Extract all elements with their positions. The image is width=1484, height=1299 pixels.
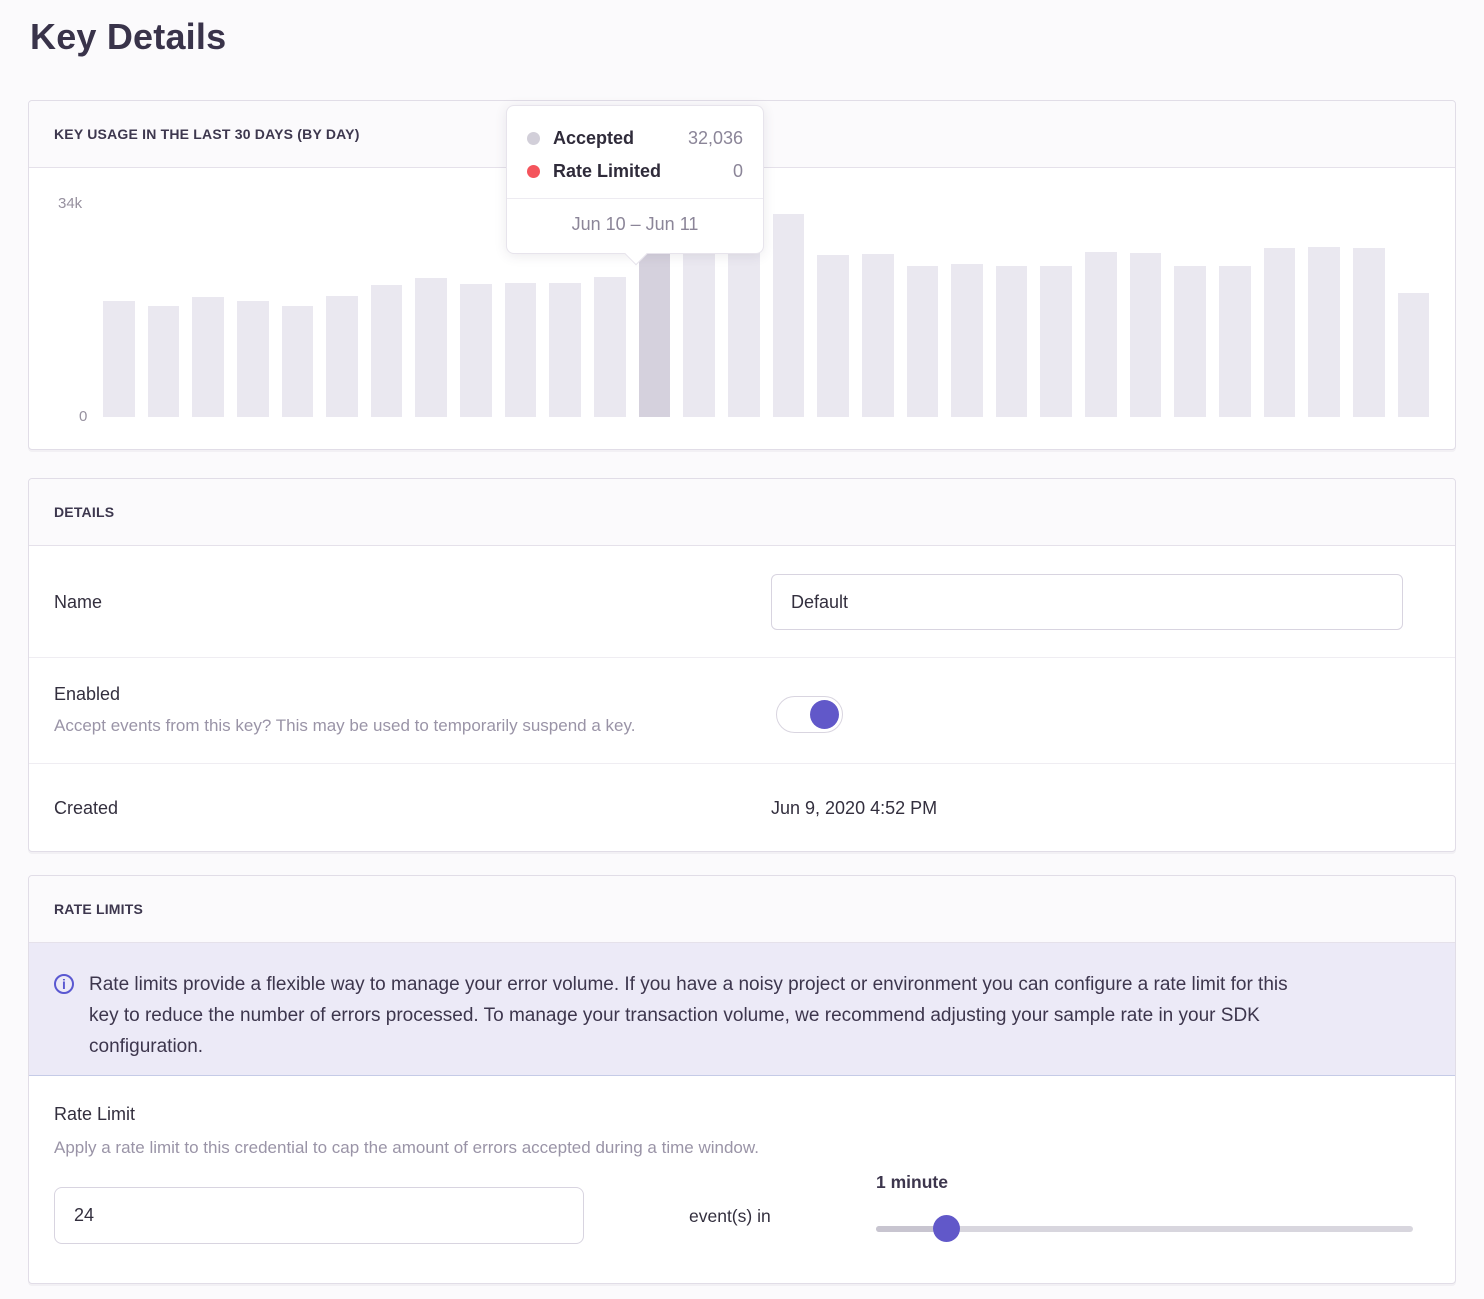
rate-limit-window-slider[interactable] (876, 1226, 1413, 1232)
rate-limits-panel: RATE LIMITS i Rate limits provide a flex… (28, 875, 1456, 1284)
chart-bar[interactable] (1353, 248, 1385, 417)
rate-limit-window-label: 1 minute (876, 1172, 1413, 1193)
chart-bar[interactable] (326, 296, 358, 417)
tooltip-legend: Accepted 32,036 Rate Limited 0 (507, 106, 763, 190)
chart-bar[interactable] (549, 283, 581, 417)
rate-limited-value: 0 (733, 161, 743, 182)
chart-bar[interactable] (1264, 248, 1296, 417)
name-label: Name (54, 592, 102, 613)
rate-limit-help: Apply a rate limit to this credential to… (54, 1138, 759, 1158)
details-panel-header: DETAILS (29, 479, 1455, 546)
rate-limit-label: Rate Limit (54, 1104, 135, 1125)
chart-bar[interactable] (951, 264, 983, 417)
rate-limits-info-alert: i Rate limits provide a flexible way to … (29, 943, 1455, 1076)
chart-bar[interactable] (996, 266, 1028, 417)
chart-bar[interactable] (1085, 252, 1117, 417)
chart-bar[interactable] (148, 306, 180, 417)
slider-knob[interactable] (933, 1215, 960, 1242)
y-axis-max-label: 34k (58, 195, 82, 212)
chart-bar[interactable] (237, 301, 269, 417)
name-row: Name (29, 546, 1455, 658)
chart-bar[interactable] (415, 278, 447, 417)
chart-bar[interactable] (817, 255, 849, 417)
accepted-dot-icon (527, 132, 540, 145)
tooltip-row-accepted: Accepted 32,036 (527, 122, 743, 155)
chart-bar[interactable] (1308, 247, 1340, 417)
created-row: Created Jun 9, 2020 4:52 PM (29, 764, 1455, 853)
chart-bar[interactable] (1219, 266, 1251, 417)
rate-limits-panel-header: RATE LIMITS (29, 876, 1455, 943)
chart-bar[interactable] (683, 250, 715, 417)
chart-bar[interactable] (728, 250, 760, 417)
chart-bar[interactable] (282, 306, 314, 417)
chart-bar[interactable] (103, 301, 135, 417)
page-title: Key Details (30, 16, 226, 58)
rate-limit-connector-text: event(s) in (689, 1206, 771, 1227)
chart-bar[interactable] (773, 214, 805, 417)
enabled-toggle[interactable] (776, 696, 843, 733)
accepted-value: 32,036 (688, 128, 743, 149)
chart-bar[interactable] (907, 266, 939, 417)
accepted-label: Accepted (553, 128, 634, 149)
created-label: Created (54, 798, 118, 819)
enabled-help: Accept events from this key? This may be… (54, 716, 635, 736)
name-input[interactable] (771, 574, 1403, 630)
rate-limit-count-input[interactable] (54, 1187, 584, 1244)
enabled-row: Enabled Accept events from this key? Thi… (29, 658, 1455, 764)
rate-limited-dot-icon (527, 165, 540, 178)
tooltip-row-rate-limited: Rate Limited 0 (527, 155, 743, 188)
chart-bar[interactable] (371, 285, 403, 417)
chart-bar[interactable] (460, 284, 492, 417)
chart-bar[interactable] (594, 277, 626, 417)
chart-bar[interactable] (862, 254, 894, 417)
chart-bar[interactable] (505, 283, 537, 417)
rate-limited-label: Rate Limited (553, 161, 661, 182)
enabled-toggle-knob[interactable] (810, 700, 839, 729)
rate-limits-alert-text: Rate limits provide a flexible way to ma… (89, 969, 1309, 1062)
chart-bar[interactable] (1130, 253, 1162, 417)
info-icon: i (54, 974, 74, 994)
chart-bar[interactable] (1040, 266, 1072, 417)
chart-bar[interactable] (1174, 266, 1206, 417)
enabled-label: Enabled (54, 684, 120, 705)
y-axis-min-label: 0 (79, 408, 87, 425)
chart-bar[interactable] (192, 297, 224, 417)
chart-bars (103, 197, 1429, 417)
rate-limit-window-control: 1 minute (876, 1172, 1413, 1252)
chart-tooltip: Accepted 32,036 Rate Limited 0 Jun 10 – … (506, 105, 764, 254)
chart-bar[interactable] (1398, 293, 1430, 417)
key-usage-panel: KEY USAGE IN THE LAST 30 DAYS (BY DAY) 3… (28, 100, 1456, 450)
details-panel: DETAILS Name Enabled Accept events from … (28, 478, 1456, 852)
created-value: Jun 9, 2020 4:52 PM (771, 798, 937, 819)
